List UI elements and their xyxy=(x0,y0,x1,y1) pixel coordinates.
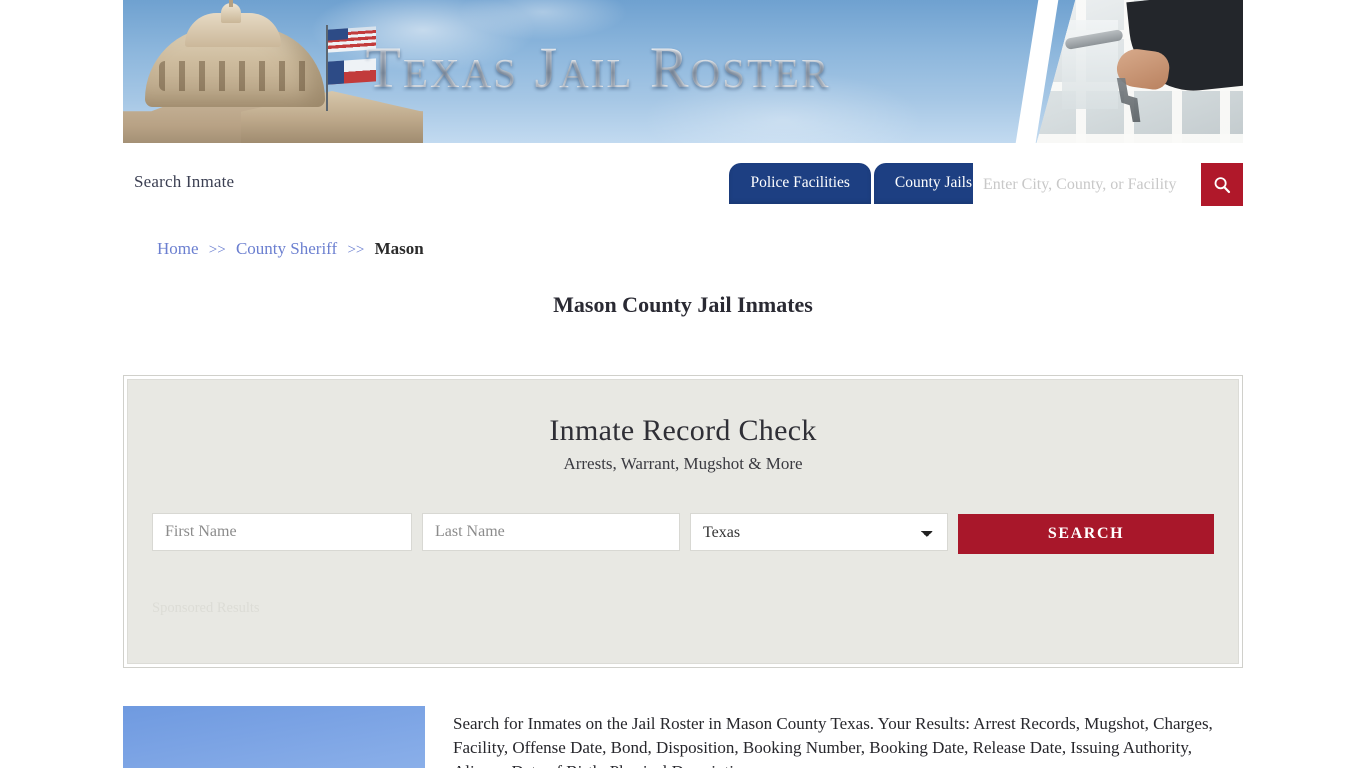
facility-search-group xyxy=(973,163,1243,206)
search-button[interactable]: SEARCH xyxy=(958,514,1214,554)
capitol-spire xyxy=(229,0,233,7)
breadcrumb-item-home[interactable]: Home xyxy=(157,239,199,258)
inmate-search-form: Texas SEARCH xyxy=(152,513,1214,554)
breadcrumb: Home >> County Sheriff >> Mason xyxy=(157,239,424,259)
page-title: Mason County Jail Inmates xyxy=(553,292,813,317)
breadcrumb-item-county-sheriff[interactable]: County Sheriff xyxy=(236,239,337,258)
breadcrumb-item-current: Mason xyxy=(374,239,424,258)
facility-search-button[interactable] xyxy=(1201,163,1243,206)
sponsored-results-label: Sponsored Results xyxy=(152,600,260,616)
breadcrumb-separator: >> xyxy=(347,242,365,258)
content-thumbnail-image xyxy=(123,706,425,768)
inmate-record-check-panel: Inmate Record Check Arrests, Warrant, Mu… xyxy=(123,375,1243,668)
nav-tab-police-facilities[interactable]: Police Facilities xyxy=(729,163,871,205)
panel-title: Inmate Record Check xyxy=(549,414,817,447)
facility-search-input[interactable] xyxy=(973,163,1201,206)
state-select[interactable]: Texas xyxy=(690,513,948,551)
content-row: Search for Inmates on the Jail Roster in… xyxy=(123,706,1243,768)
top-navigation-bar: Search Inmate Police Facilities County J… xyxy=(123,143,1243,215)
content-description: Search for Inmates on the Jail Roster in… xyxy=(453,714,1213,768)
nav-tabs: Police Facilities County Jails xyxy=(729,163,993,205)
page-root: Texas Jail Roster Search Inmate Police F… xyxy=(0,0,1366,768)
banner-title: Texas Jail Roster xyxy=(123,34,1243,101)
search-inmate-label: Search Inmate xyxy=(134,172,235,191)
search-icon xyxy=(1214,176,1231,193)
site-banner: Texas Jail Roster xyxy=(123,0,1243,143)
panel-subtitle: Arrests, Warrant, Mugshot & More xyxy=(563,454,803,473)
last-name-input[interactable] xyxy=(422,513,680,551)
breadcrumb-separator: >> xyxy=(208,242,226,258)
first-name-input[interactable] xyxy=(152,513,412,551)
